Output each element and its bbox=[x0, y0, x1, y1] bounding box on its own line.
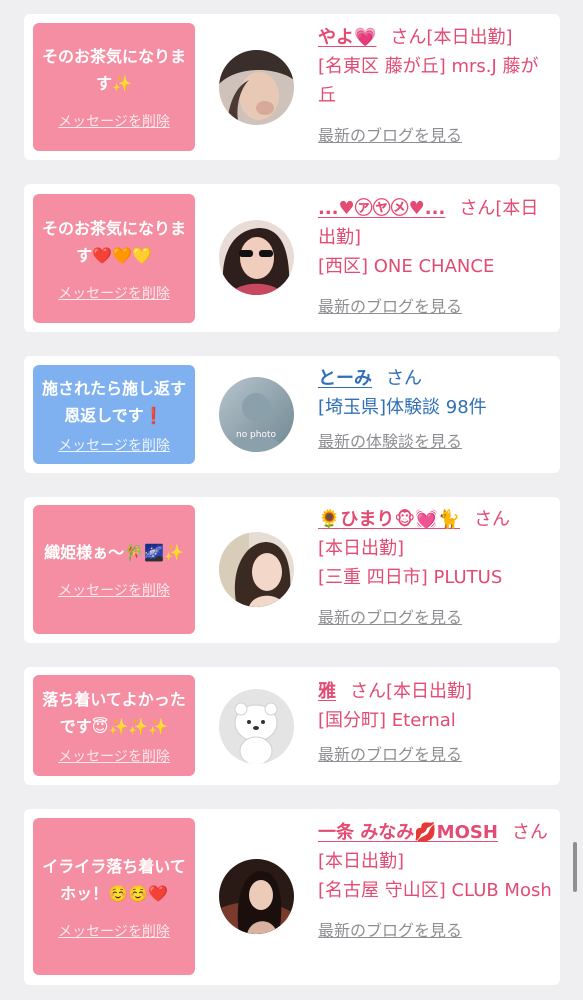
attendance-status: [本日出勤] bbox=[318, 851, 405, 872]
message-bubble: そのお茶気になります✨ メッセージを削除 bbox=[33, 23, 195, 151]
honorific: さん bbox=[511, 822, 548, 843]
message-card: 織姫様ぁ～🎋🌌✨ メッセージを削除 🌻ひまり🐵💓🐈 さん [本日出勤] [三重 四… bbox=[24, 497, 560, 643]
avatar[interactable] bbox=[219, 50, 294, 125]
avatar[interactable]: no photo bbox=[219, 377, 294, 452]
location-shop: [西区] ONE CHANCE bbox=[318, 256, 495, 277]
profile-name-link[interactable]: 🌻ひまり🐵💓🐈 bbox=[318, 509, 460, 530]
location-shop: [名東区 藤が丘] mrs.J 藤が丘 bbox=[318, 56, 539, 106]
view-latest-blog-link[interactable]: 最新のブログを見る bbox=[318, 604, 462, 628]
message-card: 落ち着いてよかったです😇✨✨✨ メッセージを削除 雅さん[本日出勤] [国分町]… bbox=[24, 667, 560, 785]
attendance-status: [本日出勤] bbox=[426, 27, 513, 48]
profile-info: 一条 みなみ💋MOSH さん[本日出勤] [名古屋 守山区] CLUB Mosh … bbox=[318, 818, 554, 941]
delete-message-link[interactable]: メッセージを削除 bbox=[58, 283, 170, 303]
profile-name-link[interactable]: ...♥㋐㋳㋱♥... bbox=[318, 198, 445, 219]
message-text: 落ち着いてよかったです😇✨✨✨ bbox=[42, 689, 186, 736]
message-text: そのお茶気になります❤️🧡💛 bbox=[41, 218, 186, 265]
location-review-count: [埼玉県]体験談 98件 bbox=[318, 397, 487, 418]
delete-message-link[interactable]: メッセージを削除 bbox=[58, 580, 170, 600]
message-card: イライラ落ち着いてホッ！☺️☺️❤️ メッセージを削除 一条 みなみ💋MOSH さ… bbox=[24, 809, 560, 985]
honorific: さん bbox=[459, 198, 496, 219]
message-text: イライラ落ち着いてホッ！☺️☺️❤️ bbox=[42, 856, 186, 903]
honorific: さん bbox=[386, 368, 422, 389]
scrollbar[interactable] bbox=[573, 842, 577, 892]
view-latest-blog-link[interactable]: 最新のブログを見る bbox=[318, 122, 462, 146]
location-shop: [国分町] Eternal bbox=[318, 710, 456, 731]
message-card: そのお茶気になります❤️🧡💛 メッセージを削除 ...♥㋐㋳㋱♥... さん[本日… bbox=[24, 184, 560, 332]
delete-message-link[interactable]: メッセージを削除 bbox=[58, 921, 170, 941]
attendance-status: [本日出勤] bbox=[386, 681, 473, 702]
profile-name-link[interactable]: やよ💗 bbox=[318, 27, 376, 48]
delete-message-link[interactable]: メッセージを削除 bbox=[58, 435, 170, 455]
avatar[interactable] bbox=[219, 220, 294, 295]
delete-message-link[interactable]: メッセージを削除 bbox=[58, 746, 170, 766]
message-card: 施されたら施し返す恩返しです❗️ メッセージを削除 no photo とーみ さん… bbox=[24, 356, 560, 473]
message-text: 織姫様ぁ～🎋🌌✨ bbox=[44, 543, 184, 562]
message-bubble: 落ち着いてよかったです😇✨✨✨ メッセージを削除 bbox=[33, 675, 195, 776]
no-photo-label: no photo bbox=[236, 430, 277, 440]
view-latest-blog-link[interactable]: 最新のブログを見る bbox=[318, 741, 462, 765]
message-bubble: 織姫様ぁ～🎋🌌✨ メッセージを削除 bbox=[33, 505, 195, 634]
avatar[interactable] bbox=[219, 859, 294, 934]
profile-name-link[interactable]: 雅 bbox=[318, 681, 336, 702]
honorific: さん bbox=[390, 27, 427, 48]
message-card: そのお茶気になります✨ メッセージを削除 やよ💗 さん[本日出勤] [名東区 藤が… bbox=[24, 14, 560, 160]
message-text: 施されたら施し返す恩返しです❗️ bbox=[41, 378, 186, 425]
profile-name-link[interactable]: 一条 みなみ💋MOSH bbox=[318, 822, 498, 843]
delete-message-link[interactable]: メッセージを削除 bbox=[58, 111, 170, 131]
honorific: さん bbox=[474, 509, 511, 530]
profile-info: やよ💗 さん[本日出勤] [名東区 藤が丘] mrs.J 藤が丘 最新のブログを見… bbox=[318, 23, 554, 146]
profile-info: 🌻ひまり🐵💓🐈 さん [本日出勤] [三重 四日市] PLUTUS 最新のブログを… bbox=[318, 505, 554, 628]
message-bubble: 施されたら施し返す恩返しです❗️ メッセージを削除 bbox=[33, 365, 195, 464]
honorific: さん bbox=[350, 681, 386, 702]
view-latest-blog-link[interactable]: 最新のブログを見る bbox=[318, 293, 462, 317]
message-text: そのお茶気になります✨ bbox=[41, 47, 186, 93]
attendance-status: [本日出勤] bbox=[318, 538, 405, 559]
profile-info: 雅さん[本日出勤] [国分町] Eternal 最新のブログを見る bbox=[318, 677, 554, 765]
location-shop: [三重 四日市] PLUTUS bbox=[318, 567, 503, 588]
profile-info: とーみ さん [埼玉県]体験談 98件 最新の体験談を見る bbox=[318, 364, 554, 452]
avatar[interactable] bbox=[219, 689, 294, 764]
profile-info: ...♥㋐㋳㋱♥... さん[本日出勤] [西区] ONE CHANCE 最新のブ… bbox=[318, 194, 554, 317]
location-shop: [名古屋 守山区] CLUB Mosh bbox=[318, 880, 552, 901]
message-bubble: イライラ落ち着いてホッ！☺️☺️❤️ メッセージを削除 bbox=[33, 818, 195, 975]
message-bubble: そのお茶気になります❤️🧡💛 メッセージを削除 bbox=[33, 194, 195, 323]
view-latest-review-link[interactable]: 最新の体験談を見る bbox=[318, 428, 462, 452]
avatar[interactable] bbox=[219, 532, 294, 607]
profile-name-link[interactable]: とーみ bbox=[318, 368, 372, 389]
view-latest-blog-link[interactable]: 最新のブログを見る bbox=[318, 917, 462, 941]
